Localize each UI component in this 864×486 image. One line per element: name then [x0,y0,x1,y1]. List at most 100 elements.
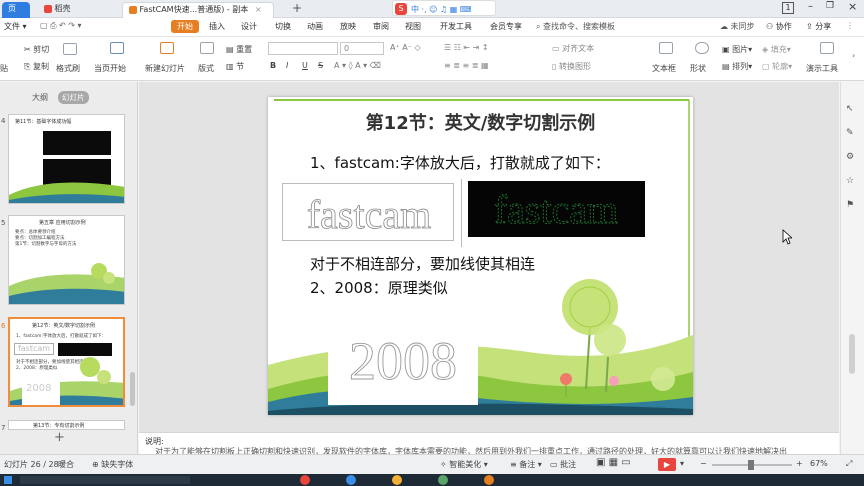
italic-button[interactable]: I [286,61,288,70]
strike-button[interactable]: S [318,61,323,70]
new-tab-icon[interactable]: + [292,1,302,15]
slide-thumbnail-4[interactable]: 第11节：基础字体成功幅 [8,114,125,204]
format-painter-button[interactable] [58,43,82,55]
property-tool-icon[interactable]: ⚑ [846,200,854,210]
arrange-button[interactable]: ▤ 排列▾ [722,61,752,72]
menu-review[interactable]: 审阅 [373,21,389,32]
slide-thumbnail-6[interactable]: 第12节：英文/数字切割示例 1、fastcam:字体放大后，打散就成了如下： … [8,317,125,407]
menu-slideshow[interactable]: 放映 [340,21,356,32]
text-box-label: 文本框 [652,64,676,73]
new-slide-button[interactable] [152,42,182,54]
slide-thumbnail-5[interactable]: 第五章 应用切割示例 要点：总体要领介绍 要点：切割加工编程方法 第1节：切割数… [8,215,125,305]
zoom-out-button[interactable]: − [700,459,707,468]
menu-member[interactable]: 会员专享 [490,21,522,32]
collaborate-button[interactable]: ⚇ 协作 [766,21,792,32]
text-box-button[interactable] [654,42,678,54]
shape-button[interactable] [690,42,714,54]
play-slideshow-button[interactable]: ▶ [658,458,676,471]
menu-design[interactable]: 设计 [241,21,257,32]
thumbnail-scrollbar[interactable] [130,372,135,406]
restore-button[interactable]: ❐ [826,1,834,11]
taskbar-app-icon[interactable] [392,475,402,485]
new-slide-label: 新建幻灯片 [145,64,185,73]
close-tab-icon[interactable]: × [255,5,262,14]
smart-beautify-button[interactable]: ✧ 智能美化 ▾ [440,459,488,470]
tab-docer[interactable]: 稻壳 [38,2,110,18]
notes-toggle-button[interactable]: ≡ 备注 ▾ [510,459,542,470]
cut-button[interactable]: ✂ 剪切 [24,44,49,55]
menu-animation[interactable]: 动画 [307,21,323,32]
reset-button[interactable]: ▤ 重置 [226,44,252,55]
copy-button[interactable]: ⎘ 复制 [24,61,49,72]
play-from-current-button[interactable] [100,42,134,54]
underline-button[interactable]: U [302,61,308,70]
outline-button[interactable]: ▢ 轮廓▾ [762,61,792,72]
notes-pane[interactable]: 说明: 对于为了能够在切割板上正确切割和快速识别，发现软件的字体库，字体库本需要… [139,432,839,456]
taskbar-app-icon[interactable] [300,475,310,485]
outline-view-tab[interactable]: 大纲 [32,92,48,103]
text-effects[interactable]: A ▾ ◊ A ▾ ⌫ [334,61,381,70]
menu-insert[interactable]: 插入 [209,21,225,32]
view-mode-buttons[interactable]: ▣ ▦ ▭ [596,457,631,468]
taskbar-app-icon[interactable] [346,475,356,485]
picture-button[interactable]: ▣ 图片▾ [722,44,752,55]
more-options-icon[interactable]: ⋮ [846,21,854,30]
fill-button[interactable]: ◈ 填充▾ [762,44,791,55]
shape-tool-icon[interactable]: ✎ [846,128,854,138]
theme-name[interactable]: 暖合 [58,459,74,470]
outline-word-graphic: fastcam [306,192,431,238]
zoom-in-button[interactable]: + [796,459,803,468]
ribbon-more-icon[interactable]: › [852,51,855,60]
bullets-buttons[interactable]: ☰ ☷ ⇤ ⇥ ↕ [444,43,489,52]
comments-toggle-button[interactable]: ▭ 批注 [550,459,576,470]
zoom-level[interactable]: 67% [810,459,828,468]
play-menu-chevron[interactable]: ▾ [680,459,684,468]
sogou-icon[interactable]: S [395,3,407,15]
paste-button[interactable]: 贴 [0,63,8,74]
section-button[interactable]: ▥ 节 [226,61,244,72]
menu-transition[interactable]: 切换 [275,21,291,32]
tab-home[interactable]: 页 [2,2,30,18]
taskbar-search[interactable] [20,476,190,484]
menu-view[interactable]: 视图 [405,21,421,32]
command-search[interactable]: ⌕ 查找命令、搜索模板 [536,20,646,34]
sync-status[interactable]: ☁ 未同步 [720,21,755,32]
layout-button[interactable] [200,42,214,54]
font-family-select[interactable] [268,42,338,55]
zoom-slider-handle[interactable] [748,460,754,470]
align-buttons[interactable]: ≡ ≣ ≡ ≣ ▦ [444,61,489,70]
taskbar-app-icon[interactable] [438,475,448,485]
share-button[interactable]: ⇪ 分享 [806,21,831,32]
menu-developer[interactable]: 开发工具 [440,21,472,32]
ime-chinese-mode[interactable]: 中 ·, ☺ ♫ ▦ ⌨ [411,4,471,15]
slides-view-tab[interactable]: 幻灯片 [58,91,89,104]
menu-home[interactable]: 开始 [171,20,199,33]
font-grow-shrink[interactable]: A⁺ A⁻ ◇ [390,43,421,52]
animation-tool-icon[interactable]: ☆ [846,176,854,186]
minimize-button[interactable]: – [808,1,813,12]
menu-file[interactable]: 文件 ▾ [4,21,27,32]
align-text-button[interactable]: ▭ 对齐文本 [552,43,594,54]
outline-text-box[interactable]: fastcam [282,183,454,241]
quick-access-icons[interactable]: ▢ ⎙ ↶ ↷ ▾ [40,21,82,31]
add-slide-button[interactable]: + [54,430,65,445]
taskbar-app-icon[interactable] [484,475,494,485]
close-window-button[interactable]: × [848,0,857,13]
fit-window-button[interactable]: ⤢ [846,459,852,469]
ribbon-menu-bar: 文件 ▾ ▢ ⎙ ↶ ↷ ▾ 开始 插入 设计 切换 动画 放映 审阅 视图 开… [0,18,864,37]
current-slide[interactable]: 第12节：英文/数字切割示例 1、fastcam:字体放大后，打散就成了如下： … [268,97,693,415]
bold-button[interactable]: B [270,61,276,70]
slide-thumbnail-7[interactable]: 第13节：专有切割示例 [8,420,125,430]
font-size-select[interactable]: 0 [340,42,384,55]
convert-smartart-button[interactable]: ▯ 转换图形 [552,61,591,72]
format-tool-icon[interactable]: ⚙ [846,152,854,162]
outline-number-box[interactable]: 2008 [328,309,478,405]
missing-font-button[interactable]: ⊕ 缺失字体 [92,459,133,470]
cut-result-image[interactable]: fastcam [468,181,645,237]
select-tool-icon[interactable]: ↖ [846,104,854,114]
presentation-tools-button[interactable] [812,42,842,54]
window-tab-bar: 页 稻壳 FastCAM快速...普通版) - 副本 × + S 中 ·, ☺ … [0,0,864,18]
tab-document[interactable]: FastCAM快速...普通版) - 副本 × [122,2,274,18]
canvas-scrollbar[interactable] [849,334,855,374]
start-icon[interactable] [4,476,12,484]
